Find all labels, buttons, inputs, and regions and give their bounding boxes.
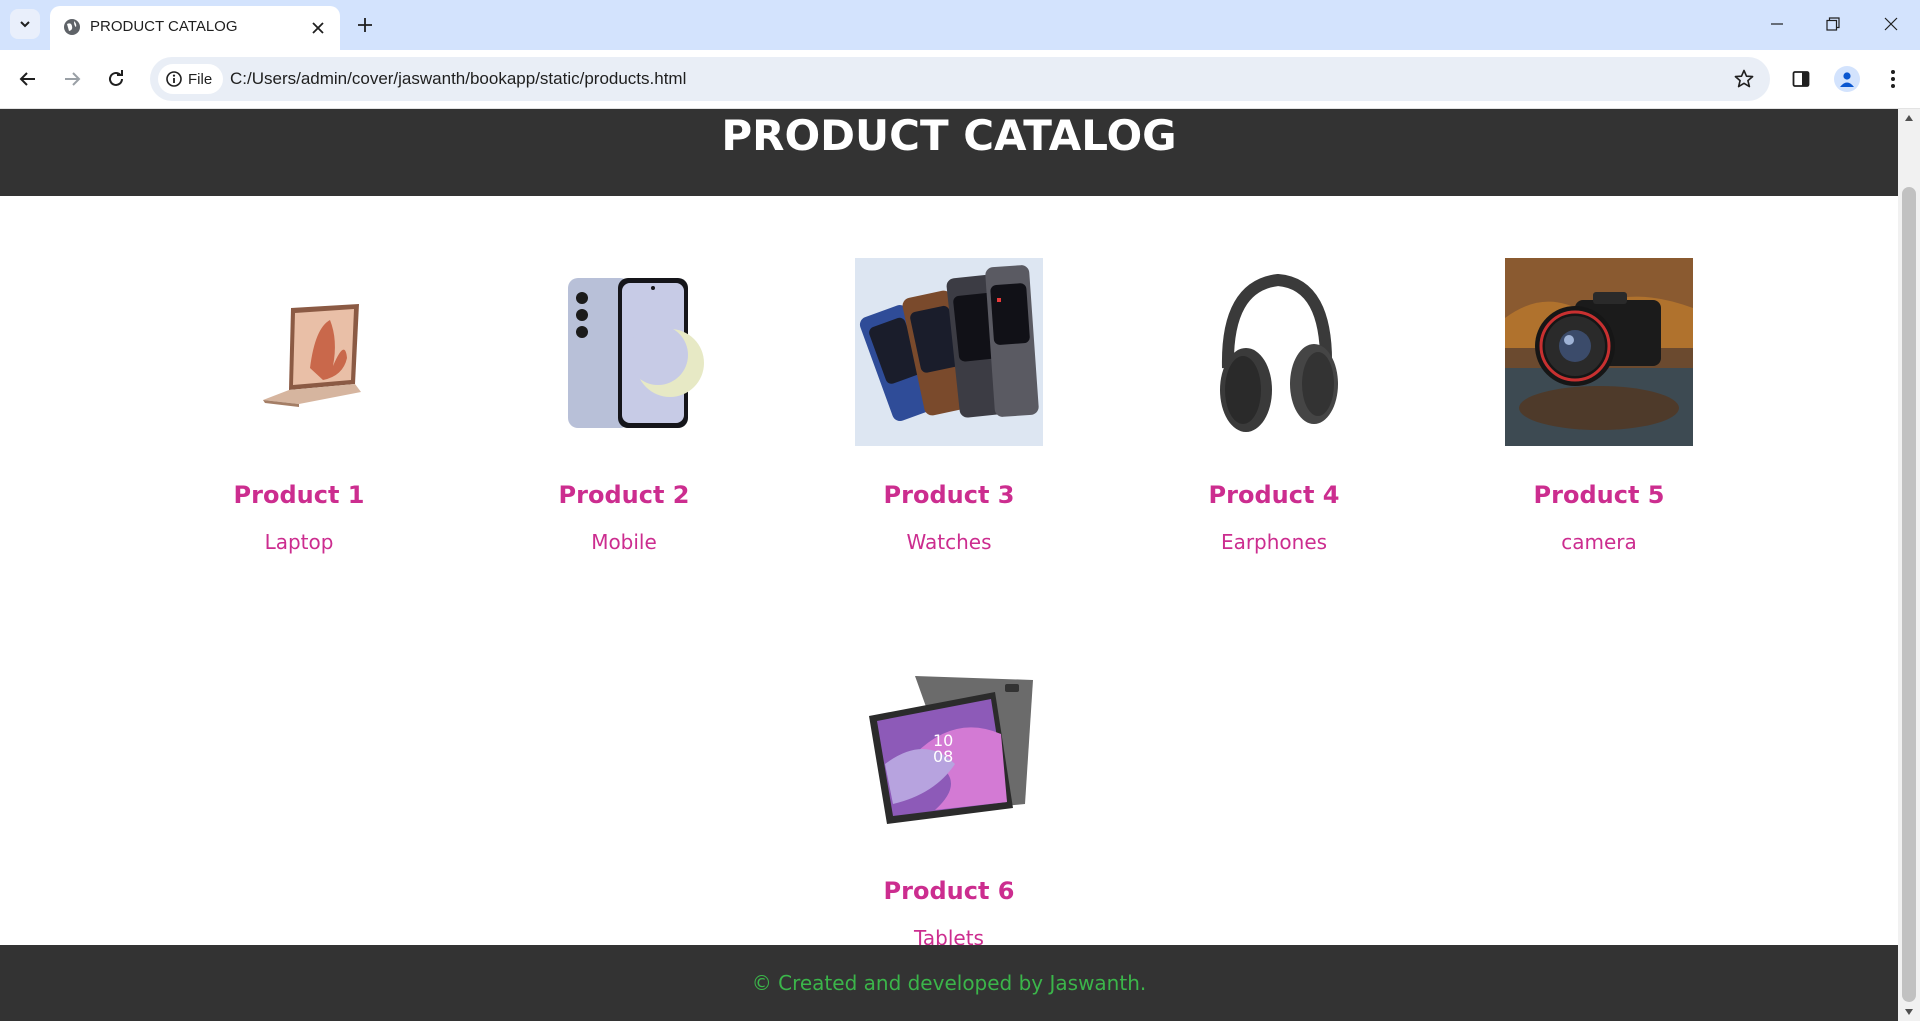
more-vertical-icon [1891, 70, 1895, 88]
triangle-up-icon [1905, 115, 1913, 121]
side-panel-button[interactable] [1785, 63, 1817, 95]
tab-title: PRODUCT CATALOG [90, 18, 238, 35]
product-card-5[interactable]: Product 5 camera [1449, 258, 1749, 554]
active-tab[interactable]: PRODUCT CATALOG [50, 6, 340, 50]
globe-icon [64, 19, 80, 35]
laptop-image [205, 258, 393, 446]
forward-button[interactable] [56, 63, 88, 95]
product-description: Laptop [264, 530, 334, 554]
url-text[interactable]: C:/Users/admin/cover/jaswanth/bookapp/st… [230, 69, 686, 89]
address-bar[interactable]: File C:/Users/admin/cover/jaswanth/booka… [150, 57, 1770, 101]
info-icon [166, 71, 182, 87]
vertical-scrollbar[interactable] [1898, 109, 1920, 1021]
reload-button[interactable] [100, 63, 132, 95]
back-button[interactable] [12, 63, 44, 95]
product-description: Mobile [591, 530, 657, 554]
minimize-icon [1771, 23, 1783, 25]
triangle-down-icon [1905, 1009, 1913, 1015]
restore-button[interactable] [1810, 8, 1856, 40]
site-info-chip[interactable]: File [158, 64, 224, 94]
site-info-label: File [188, 70, 213, 88]
product-card-4[interactable]: Product 4 Earphones [1124, 258, 1424, 554]
footer-credit: © Created and developed by Jaswanth. [751, 971, 1147, 995]
product-name: Product 3 [883, 481, 1015, 509]
arrow-left-icon [19, 72, 35, 86]
profile-button[interactable] [1831, 63, 1863, 95]
product-description: Watches [906, 530, 992, 554]
product-card-2[interactable]: Product 2 Mobile [474, 258, 774, 554]
camera-image [1505, 258, 1693, 446]
product-name: Product 4 [1208, 481, 1340, 509]
mobile-image [530, 258, 718, 446]
chevron-down-icon [20, 21, 30, 28]
page-footer: © Created and developed by Jaswanth. [0, 945, 1898, 1021]
avatar [1834, 66, 1860, 92]
plus-icon [358, 18, 372, 32]
product-description: Earphones [1220, 530, 1328, 554]
tab-search-button[interactable] [10, 9, 40, 39]
scroll-up-button[interactable] [1898, 109, 1920, 127]
product-card-6[interactable]: 10 08 Product 6 Tablets [799, 654, 1099, 950]
star-icon [1734, 69, 1754, 88]
side-panel-icon [1792, 71, 1810, 87]
page-title: PRODUCT CATALOG [721, 111, 1177, 160]
tab-strip: PRODUCT CATALOG [0, 0, 1920, 50]
product-card-1[interactable]: Product 1 Laptop [149, 258, 449, 554]
product-description: camera [1561, 530, 1637, 554]
minimize-button[interactable] [1754, 8, 1800, 40]
product-name: Product 2 [558, 481, 690, 509]
watches-image [855, 258, 1043, 446]
tablet-image: 10 08 [855, 654, 1043, 842]
tablet-clock-text: 08 [933, 747, 953, 766]
product-name: Product 6 [883, 877, 1015, 905]
restore-icon [1826, 17, 1840, 31]
scroll-down-button[interactable] [1898, 1003, 1920, 1021]
close-icon [1884, 17, 1898, 31]
arrow-right-icon [65, 72, 81, 86]
earphones-image [1180, 258, 1368, 446]
browser-menu-button[interactable] [1877, 63, 1909, 95]
product-name: Product 1 [233, 481, 365, 509]
page-header: PRODUCT CATALOG [0, 109, 1898, 196]
scroll-thumb[interactable] [1902, 187, 1916, 1002]
browser-toolbar: File C:/Users/admin/cover/jaswanth/booka… [0, 50, 1920, 109]
new-tab-button[interactable] [352, 12, 378, 38]
page-viewport: PRODUCT CATALOG Product 1 Laptop Product… [0, 109, 1898, 1021]
reload-icon [109, 70, 123, 86]
product-card-3[interactable]: Product 3 Watches [799, 258, 1099, 554]
product-name: Product 5 [1533, 481, 1665, 509]
person-icon [1840, 72, 1854, 87]
close-icon [312, 22, 324, 34]
close-window-button[interactable] [1868, 8, 1914, 40]
tab-close-button[interactable] [308, 18, 328, 38]
bookmark-button[interactable] [1732, 67, 1756, 91]
